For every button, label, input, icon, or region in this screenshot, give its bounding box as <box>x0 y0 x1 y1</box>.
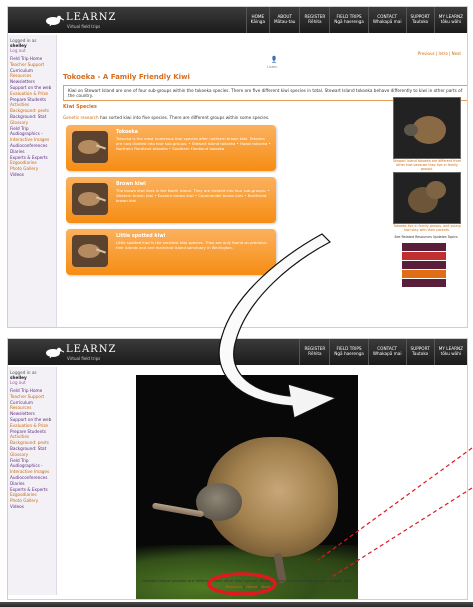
speaker-label: Listen <box>267 65 278 69</box>
top-nav: HOME Kāinga ABOUT Mātau-tau REGISTER Rēhita… <box>245 7 467 33</box>
sidebar-menu: Field Trip Home Teacher Support Curriculum… <box>8 388 56 510</box>
kiwi-logo-icon <box>46 15 64 26</box>
kiwi-photo-thumbnail-1[interactable] <box>393 97 461 159</box>
previous-link[interactable]: Previous <box>226 584 242 589</box>
related-resources-stack[interactable] <box>402 243 446 288</box>
bottom-header-strip <box>0 602 473 607</box>
top-header-bar: LEARNZ Virtual field trips HOME Kāinga AB… <box>8 7 467 33</box>
section-heading: Kiwi Species <box>63 105 97 110</box>
card-thumbnail <box>72 131 108 163</box>
card-body: Tokoeka is the most numerous kiwi specie… <box>116 136 271 151</box>
card-title: Brown kiwi <box>116 182 146 187</box>
next-link[interactable]: Next <box>261 584 270 589</box>
species-card-brown-kiwi[interactable]: Brown kiwi The brown kiwi lives in the N… <box>66 177 276 223</box>
kiwi-logo-icon <box>46 347 64 358</box>
species-card-little-spotted-kiwi[interactable]: Little spotted kiwi Little spotted kiwi … <box>66 229 276 275</box>
page-screenshot-overview: LEARNZ Virtual field trips HOME Kāinga AB… <box>7 6 468 328</box>
logo-subtitle: Virtual field trips <box>67 356 101 361</box>
research-text: Genetic research has sorted kiwi into fi… <box>63 115 270 120</box>
nav-field-trips[interactable]: FIELD TRIPS Ngā haerenga <box>329 7 368 33</box>
page-screenshot-image-viewer: LEARNZ Virtual field trips REGISTER Rēhit… <box>7 338 468 600</box>
sidebar-item[interactable]: Videos <box>8 504 56 510</box>
logo-title: LEARNZ <box>66 344 117 355</box>
nav-field-trips[interactable]: FIELD TRIPS Ngā haerenga <box>329 339 368 365</box>
nav-my-learnz[interactable]: MY LEARNZ tōku wāhi <box>433 7 467 33</box>
card-body: The brown kiwi lives in the North Island… <box>116 188 270 203</box>
login-status: Logged in as shelley Log out <box>8 367 56 388</box>
card-thumbnail <box>72 235 108 267</box>
learnz-logo[interactable]: LEARNZ Virtual field trips <box>42 344 122 362</box>
image-pagination: Previous | Home | Next <box>225 584 271 589</box>
nav-contact[interactable]: CONTACT Whakapā mai <box>367 339 406 365</box>
page-title: Tokoeka - A Family Friendly Kiwi <box>63 73 190 81</box>
logo-title: LEARNZ <box>66 12 117 23</box>
nav-about[interactable]: ABOUT Mātau-tau <box>269 7 299 33</box>
nav-contact[interactable]: CONTACT Whakapā mai <box>367 7 406 33</box>
nav-register[interactable]: REGISTER Rēhita <box>299 339 329 365</box>
logo-subtitle: Virtual field trips <box>67 24 101 29</box>
top-header-bar: LEARNZ Virtual field trips REGISTER Rēhit… <box>8 339 467 365</box>
login-status: Logged in as shelley Log out <box>8 35 56 56</box>
sidebar: Logged in as shelley Log out Field Trip … <box>8 35 57 327</box>
card-title: Little spotted kiwi <box>116 234 166 239</box>
home-link[interactable]: Home <box>246 584 258 589</box>
speaker-icon[interactable] <box>270 55 278 63</box>
sidebar-menu: Field Trip Home Teacher Support Curriculum… <box>8 56 56 178</box>
genetic-research-link[interactable]: Genetic research <box>63 115 99 120</box>
card-body: Little spotted kiwi is the smallest kiwi… <box>116 240 268 250</box>
logout-link[interactable]: Log out <box>10 48 54 53</box>
sidebar-item[interactable]: Support on the web <box>8 85 56 91</box>
card-thumbnail <box>72 183 108 215</box>
photo-caption-1: Stewart Island tokoeka are different fro… <box>393 159 461 171</box>
card-title: Tokoeka <box>116 130 138 135</box>
photo-caption: Stewart Island tokoeka are different fro… <box>142 578 354 583</box>
logout-link[interactable]: Log out <box>10 380 54 385</box>
nav-home[interactable]: HOME Kāinga <box>245 7 269 33</box>
nav-support[interactable]: SUPPORT Tautoko <box>405 339 434 365</box>
nav-register[interactable]: REGISTER Rēhita <box>299 7 329 33</box>
nav-my-learnz[interactable]: MY LEARNZ tōku wāhi <box>433 339 467 365</box>
sidebar-item[interactable]: Videos <box>8 172 56 178</box>
sidebar: Logged in as shelley Log out Field Trip … <box>8 367 57 595</box>
related-resources-label: See Related Resources Updates Topics <box>394 235 458 239</box>
kiwi-enlarged-photo <box>136 375 358 599</box>
kiwi-photo-thumbnail-2[interactable] <box>393 172 461 224</box>
top-nav: REGISTER Rēhita FIELD TRIPS Ngā haerenga C… <box>299 339 467 365</box>
sidebar-item[interactable]: Support on the web <box>8 417 56 423</box>
page-pagination[interactable]: Previous | Intro | Next <box>418 51 461 56</box>
learnz-logo[interactable]: LEARNZ Virtual field trips <box>42 12 122 30</box>
nav-support[interactable]: SUPPORT Tautoko <box>405 7 434 33</box>
photo-caption-2: Tokoeka live in family groups, and young… <box>393 224 461 232</box>
species-card-tokoeka[interactable]: Tokoeka Tokoeka is the most numerous kiw… <box>66 125 276 171</box>
